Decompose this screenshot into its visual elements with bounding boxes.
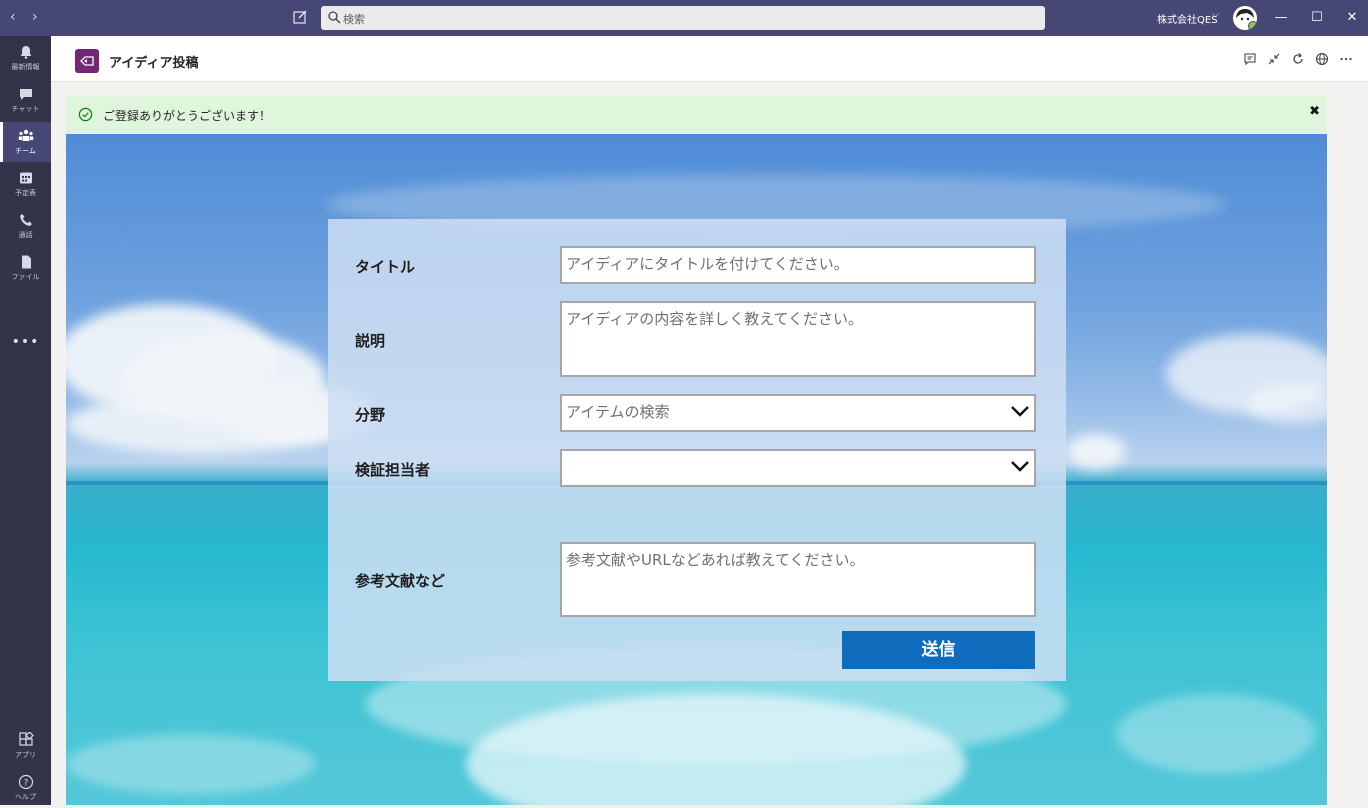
search-placeholder: 検索 bbox=[343, 13, 365, 26]
chevron-down-icon[interactable]: ⌵ bbox=[1212, 10, 1219, 20]
rail-item-chat[interactable]: チャット bbox=[0, 80, 51, 120]
description-input[interactable]: アイディアの内容を詳しく教えてください。 bbox=[560, 301, 1036, 377]
rail-label: 通話 bbox=[18, 231, 33, 239]
category-combobox[interactable]: アイテムの検索 bbox=[560, 394, 1036, 432]
rail-label: 予定表 bbox=[15, 189, 36, 197]
bell-icon bbox=[20, 46, 31, 59]
check-circle-icon bbox=[78, 107, 93, 122]
rail-item-calendar[interactable]: 予定表 bbox=[0, 164, 51, 204]
app-title: アイディア投稿 bbox=[109, 56, 199, 71]
svg-text:?: ? bbox=[23, 779, 28, 789]
forward-arrow-icon[interactable]: › bbox=[32, 9, 38, 25]
help-icon: ? bbox=[18, 774, 33, 790]
back-arrow-icon[interactable]: ‹ bbox=[10, 9, 16, 25]
conversation-icon[interactable] bbox=[1243, 52, 1257, 66]
chat-icon bbox=[19, 89, 32, 100]
title-placeholder: アイディアにタイトルを付けてください。 bbox=[566, 255, 849, 273]
reference-placeholder: 参考文献やURLなどあれば教えてください。 bbox=[566, 551, 865, 569]
reviewer-combobox[interactable] bbox=[560, 449, 1036, 487]
rail-item-files[interactable]: ファイル bbox=[0, 248, 51, 288]
app-header: アイディア投稿 bbox=[51, 36, 1368, 82]
calendar-icon bbox=[19, 172, 32, 184]
category-placeholder: アイテムの検索 bbox=[566, 403, 670, 421]
apps-icon bbox=[18, 732, 34, 746]
phone-icon bbox=[19, 214, 32, 226]
description-placeholder: アイディアの内容を詳しく教えてください。 bbox=[566, 310, 864, 328]
reviewer-label: 検証担当者 bbox=[355, 461, 431, 479]
rail-label: アプリ bbox=[15, 751, 36, 759]
app-logo bbox=[75, 49, 99, 73]
rail-label: ヘルプ bbox=[15, 793, 36, 801]
close-banner-icon[interactable]: ✖ bbox=[1309, 104, 1320, 119]
avatar[interactable] bbox=[1233, 6, 1257, 30]
rail-item-activity[interactable]: 最新情報 bbox=[0, 38, 51, 78]
app-rail: 最新情報 チャット チーム 予定表 通話 ファイル ••• アプリ ? ヘルプ bbox=[0, 36, 51, 805]
title-label: タイトル bbox=[355, 258, 416, 276]
rail-label: チーム bbox=[15, 147, 36, 155]
submit-button[interactable]: 送信 bbox=[842, 631, 1035, 669]
more-options-icon[interactable] bbox=[1339, 52, 1353, 66]
power-apps-icon bbox=[80, 56, 94, 66]
minimize-icon[interactable]: — bbox=[1273, 10, 1289, 25]
chevron-down-icon[interactable] bbox=[1010, 404, 1030, 418]
compose-icon[interactable] bbox=[292, 9, 308, 25]
reference-label: 参考文献など bbox=[355, 572, 446, 590]
search-box[interactable]: 検索 bbox=[321, 6, 1045, 30]
rail-item-apps[interactable]: アプリ bbox=[0, 726, 51, 766]
success-message: ご登録ありがとうございます！ bbox=[103, 109, 272, 123]
rail-item-calls[interactable]: 通話 bbox=[0, 206, 51, 246]
rail-label: チャット bbox=[11, 105, 40, 113]
close-window-icon[interactable]: ✕ bbox=[1344, 10, 1360, 25]
description-label: 説明 bbox=[355, 332, 386, 350]
presence-available-icon bbox=[1248, 21, 1257, 30]
teams-icon bbox=[18, 129, 33, 141]
rail-item-teams[interactable]: チーム bbox=[0, 122, 51, 162]
more-apps-icon[interactable]: ••• bbox=[0, 334, 51, 350]
title-bar: ‹ › 検索 株式会社QES ⌵ — ☐ ✕ bbox=[0, 0, 1368, 36]
rail-label: ファイル bbox=[11, 273, 40, 281]
pop-in-icon[interactable] bbox=[1267, 52, 1281, 66]
category-label: 分野 bbox=[355, 406, 386, 424]
rail-item-help[interactable]: ? ヘルプ bbox=[0, 768, 51, 808]
search-icon bbox=[328, 11, 341, 24]
refresh-icon[interactable] bbox=[1291, 52, 1305, 66]
title-input[interactable]: アイディアにタイトルを付けてください。 bbox=[560, 246, 1036, 284]
file-icon bbox=[21, 255, 31, 269]
globe-icon[interactable] bbox=[1315, 52, 1329, 66]
success-banner: ご登録ありがとうございます！ ✖ bbox=[66, 95, 1327, 134]
reference-input[interactable]: 参考文献やURLなどあれば教えてください。 bbox=[560, 542, 1036, 617]
org-switcher[interactable]: 株式会社QES bbox=[1157, 11, 1218, 26]
rail-label: 最新情報 bbox=[11, 63, 40, 71]
idea-form: タイトル アイディアにタイトルを付けてください。 説明 アイディアの内容を詳しく… bbox=[328, 219, 1066, 681]
chevron-down-icon[interactable] bbox=[1010, 459, 1030, 473]
maximize-icon[interactable]: ☐ bbox=[1309, 10, 1325, 25]
